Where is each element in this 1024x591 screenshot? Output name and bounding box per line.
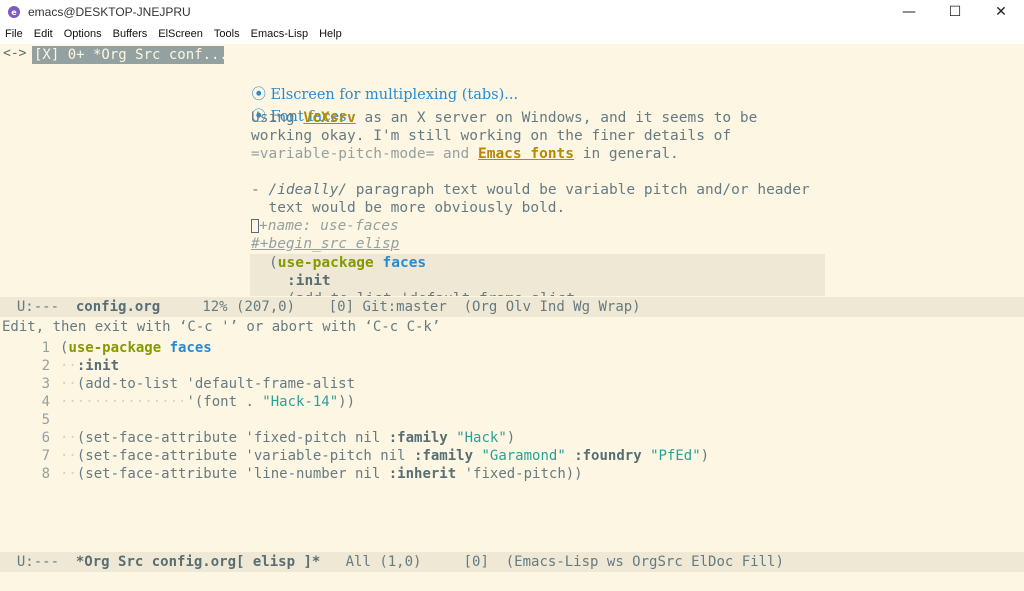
link-emacs-fonts[interactable]: Emacs fonts	[478, 146, 574, 162]
cursor	[251, 219, 259, 233]
line-number: 1	[41, 340, 50, 356]
src-edit-buffer[interactable]: 1 2 3 4 5 6 7 8 (use-package faces ··:in…	[0, 339, 1024, 549]
org-paragraph-line: =variable-pitch-mode= and Emacs fonts in…	[251, 146, 679, 162]
emacs-icon: e	[8, 6, 20, 18]
line-number: 3	[41, 376, 50, 392]
menu-file[interactable]: File	[4, 28, 24, 40]
org-list-item: - /ideally/ paragraph text would be vari…	[251, 182, 810, 198]
org-src-line: (use-package faces	[269, 255, 427, 271]
code-line: ··(set-face-attribute 'variable-pitch ni…	[60, 448, 710, 464]
menu-emacs-lisp[interactable]: Emacs-Lisp	[250, 28, 309, 40]
menu-edit[interactable]: Edit	[33, 28, 54, 40]
mode-line-buffer-name: *Org Src config.org[ elisp ]*	[75, 554, 321, 570]
org-list-item-cont: text would be more obviously bold.	[251, 200, 566, 216]
maximize-button[interactable]: ☐	[932, 0, 978, 24]
line-number: 7	[41, 448, 50, 464]
tab-nav-arrows[interactable]: <->	[3, 46, 26, 61]
line-number: 2	[41, 358, 50, 374]
org-src-line: :init	[287, 273, 331, 289]
code-line: ··:init	[60, 358, 120, 374]
menu-elscreen[interactable]: ElScreen	[157, 28, 204, 40]
org-name-keyword: +name: use-faces	[251, 217, 399, 235]
menu-options[interactable]: Options	[63, 28, 103, 40]
org-paragraph-line: working okay. I'm still working on the f…	[251, 128, 732, 144]
code-line: ··(add-to-list 'default-frame-alist	[60, 376, 356, 392]
org-paragraph-line: Using VcXsrv as an X server on Windows, …	[251, 110, 758, 126]
code-line: ···············'(font . "Hack-14"))	[60, 394, 356, 410]
mode-line-buffer-name: config.org	[75, 299, 161, 315]
minimize-button[interactable]: —	[886, 0, 932, 24]
menu-help[interactable]: Help	[318, 28, 343, 40]
line-number: 8	[41, 466, 50, 482]
code-line: (use-package faces	[60, 340, 212, 356]
menu-buffers[interactable]: Buffers	[112, 28, 149, 40]
tab-active[interactable]: [X] 0+ *Org Src conf...	[32, 46, 228, 64]
window-title: emacs@DESKTOP-JNEJPRU	[28, 5, 191, 19]
org-src-line-partial: (add-to-list 'default-frame-alist	[287, 290, 575, 296]
mode-line-upper[interactable]: U:--- config.org 12% (207,0) [0] Git:mas…	[0, 297, 1024, 317]
menu-bar: File Edit Options Buffers ElScreen Tools…	[0, 24, 1024, 44]
line-number: 5	[41, 412, 50, 428]
elscreen-tab-bar: <-> [X] 0+ *Org Src conf...	[0, 44, 1024, 64]
link-vcxsrv[interactable]: VcXsrv	[303, 110, 355, 126]
line-number: 6	[41, 430, 50, 446]
code-line: ··(set-face-attribute 'fixed-pitch nil :…	[60, 430, 516, 446]
close-button[interactable]: ✕	[978, 0, 1024, 24]
mode-line-lower[interactable]: U:--- *Org Src config.org[ elisp ]* All …	[0, 552, 1024, 572]
code-line: ··(set-face-attribute 'line-number nil :…	[60, 466, 583, 482]
line-number: 4	[41, 394, 50, 410]
org-begin-src: #+begin_src elisp	[251, 236, 400, 252]
menu-tools[interactable]: Tools	[213, 28, 241, 40]
title-bar: e emacs@DESKTOP-JNEJPRU — ☐ ✕	[0, 0, 1024, 25]
echo-message: Edit, then exit with ‘C-c '’ or abort wi…	[2, 319, 441, 335]
org-buffer[interactable]: ⦿ Elscreen for multiplexing (tabs)... ⦿ …	[0, 64, 1024, 296]
